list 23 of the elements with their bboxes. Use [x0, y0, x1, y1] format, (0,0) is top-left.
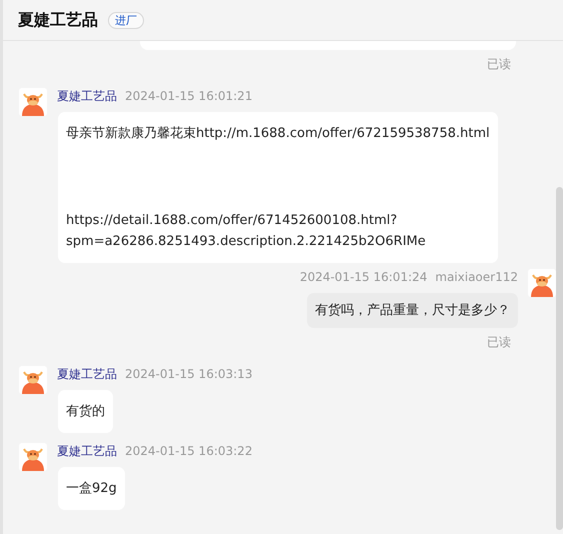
- avatar-icon[interactable]: [19, 443, 47, 471]
- status-tag: 进厂: [108, 12, 144, 28]
- avatar-icon[interactable]: [19, 366, 47, 394]
- message-time: 2024-01-15 16:03:22: [125, 444, 252, 458]
- message-time: 2024-01-15 16:01:24: [300, 270, 428, 284]
- message-text: 有货的: [66, 403, 105, 421]
- avatar-icon[interactable]: [19, 88, 47, 116]
- read-status: 已读: [487, 334, 511, 351]
- message-text: 母亲节新款康乃馨花束http://m.1688.com/offer/672159538758.html: [66, 125, 490, 143]
- chat-title: 夏婕工艺品: [18, 10, 98, 30]
- sender-name: 夏婕工艺品: [57, 367, 117, 381]
- sender-name: 夏婕工艺品: [57, 89, 117, 103]
- message-text: 一盒92g: [66, 480, 117, 498]
- read-status: 已读: [487, 56, 511, 73]
- message-text: https://detail.1688.com/offer/671452600108.html?: [66, 212, 398, 230]
- message-text: 有货吗，产品重量，尺寸是多少？: [315, 302, 510, 320]
- message-time: 2024-01-15 16:01:21: [125, 89, 252, 103]
- message-time: 2024-01-15 16:03:13: [125, 367, 252, 381]
- sender-name: 夏婕工艺品: [57, 444, 117, 458]
- message-text: spm=a26286.8251493.description.2.221425b2O6RIMe: [66, 233, 427, 251]
- scrollbar[interactable]: [556, 187, 563, 530]
- avatar-icon[interactable]: [528, 269, 556, 297]
- sender-name: maixiaoer112: [435, 270, 518, 284]
